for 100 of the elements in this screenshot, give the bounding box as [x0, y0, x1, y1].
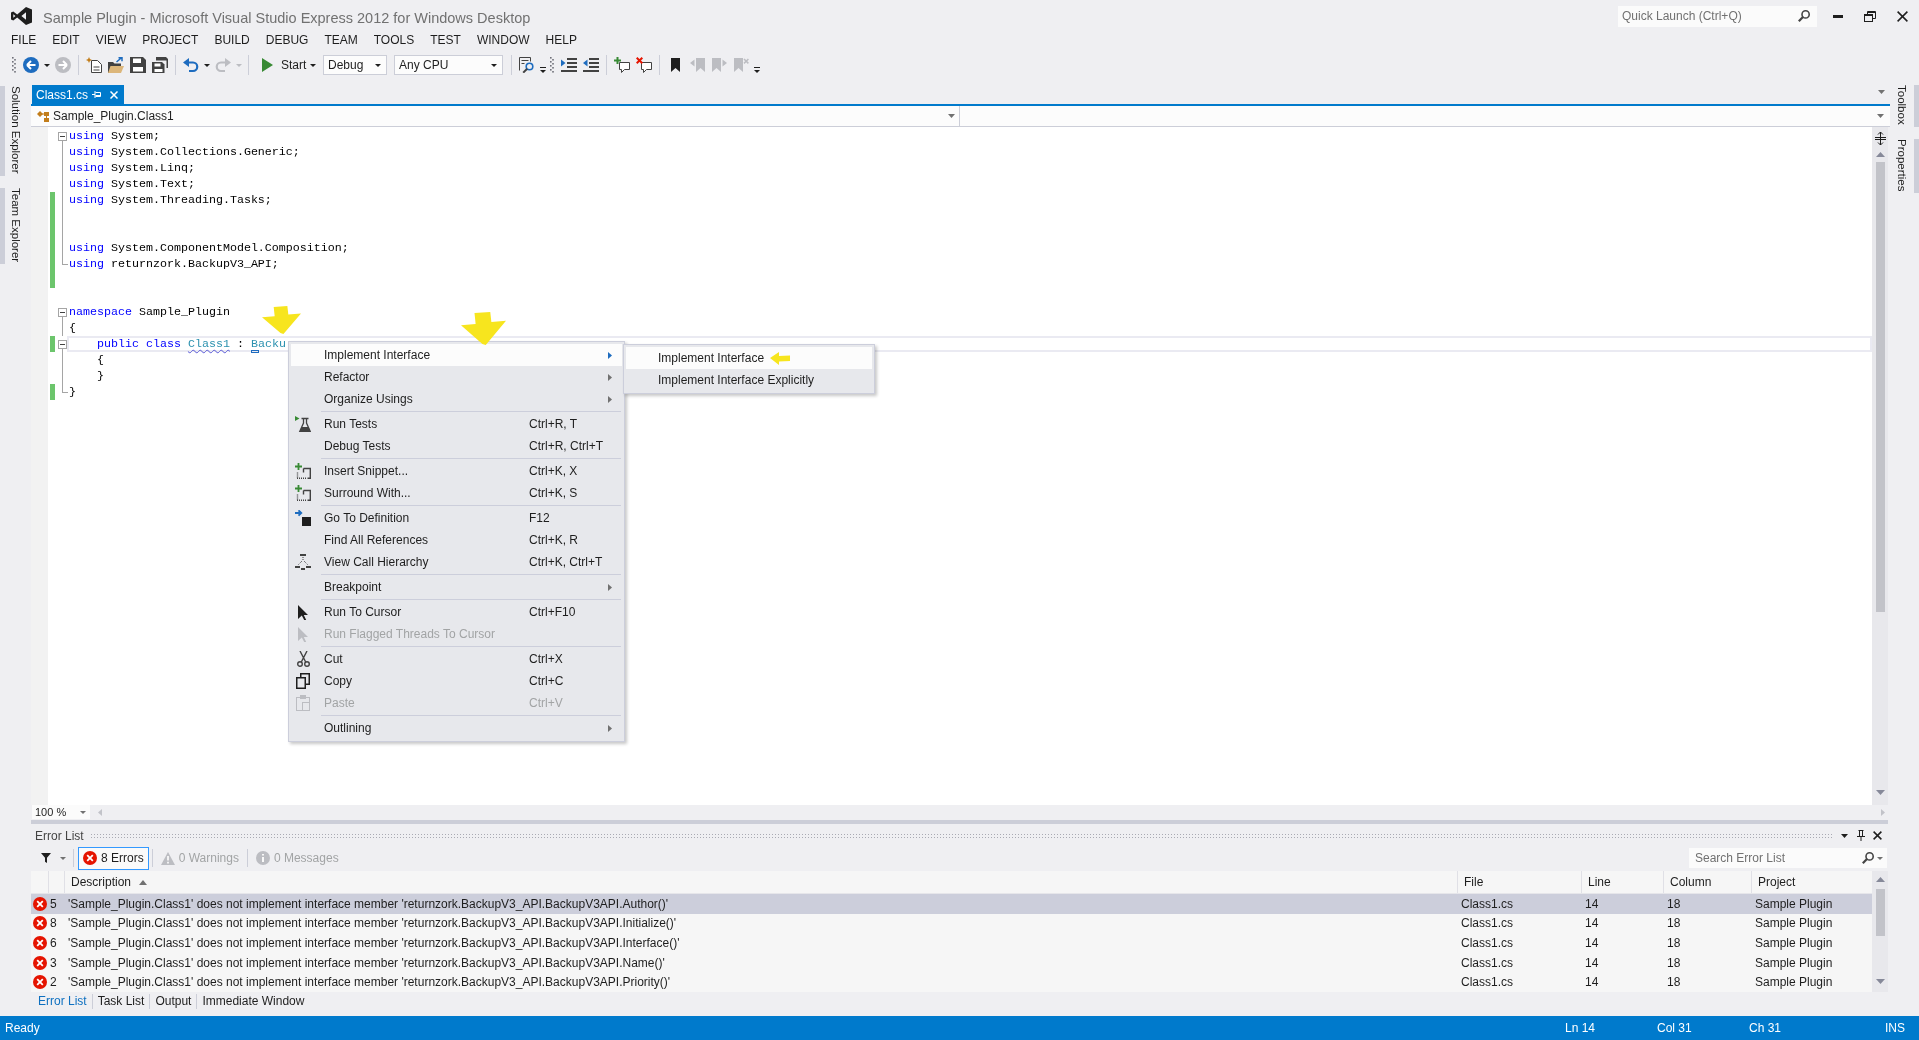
shortcut-text: Ctrl+R, Ctrl+T — [529, 439, 603, 453]
new-project-icon[interactable] — [86, 57, 102, 73]
menu-item[interactable]: FILE — [3, 32, 45, 49]
caret-icon[interactable] — [44, 63, 50, 67]
search-field[interactable]: Search Error List — [1689, 848, 1887, 868]
menu-item[interactable]: View Call Hierarchy Ctrl+K, Ctrl+T — [291, 551, 622, 573]
caret-icon[interactable] — [1841, 833, 1848, 838]
cursor-icon — [298, 626, 308, 642]
restore-icon[interactable] — [1864, 10, 1876, 22]
table-row[interactable]: 2 'Sample_Plugin.Class1' does not implement interface member 'returnzork.BackupV3_API.BackupV3API.Priority()' Class1.cs 14 18 Sample Plugin — [31, 972, 1872, 992]
grip-icon[interactable] — [550, 57, 554, 73]
search-icon[interactable] — [1798, 10, 1810, 22]
table-row[interactable]: 5 'Sample_Plugin.Class1' does not implement interface member 'returnzork.BackupV3_API.BackupV3API.Author()' Class1.cs 14 18 Sample Plugin — [31, 894, 1872, 914]
scroll-down-icon[interactable] — [1875, 790, 1885, 795]
menu-item[interactable]: Run Tests Ctrl+R, T — [291, 413, 622, 435]
folder-icon[interactable] — [108, 57, 124, 73]
scroll-thumb[interactable] — [1875, 162, 1885, 612]
menu-item[interactable]: TOOLS — [365, 32, 423, 49]
menu-item[interactable]: Run To Cursor Ctrl+F10 — [291, 601, 622, 623]
caret-icon[interactable] — [204, 63, 210, 67]
column-header[interactable]: Column — [1663, 871, 1751, 893]
menu-item[interactable]: VIEW — [87, 32, 135, 49]
dropdown[interactable]: Any CPU — [394, 55, 503, 75]
column-header[interactable]: File — [1457, 871, 1581, 893]
save-icon[interactable] — [130, 57, 146, 73]
scroll-up-icon[interactable] — [1875, 152, 1885, 157]
start-button[interactable]: Start — [253, 54, 319, 76]
menu-item[interactable]: Find All References Ctrl+K, R — [291, 529, 622, 551]
find-icon[interactable] — [519, 57, 535, 73]
vertical-scrollbar[interactable] — [1872, 127, 1888, 805]
menu-item[interactable]: DEBUG — [257, 32, 317, 49]
menu-item[interactable]: Go To Definition F12 — [291, 507, 622, 529]
smart-tag-icon[interactable] — [251, 350, 259, 353]
uncomment-icon[interactable] — [636, 57, 652, 73]
back-icon[interactable] — [23, 57, 39, 73]
collapse-icon[interactable] — [58, 131, 67, 141]
indent-icon[interactable] — [561, 58, 577, 72]
save-all-icon[interactable] — [152, 57, 168, 73]
code-line: using System.Text; — [69, 176, 195, 192]
panel-tab[interactable]: Output — [149, 994, 197, 1009]
search-icon[interactable] — [1862, 852, 1874, 864]
panel-tab[interactable]: Immediate Window — [196, 994, 310, 1009]
dock-tab[interactable]: Properties — [1895, 138, 1919, 194]
menu-item[interactable]: Debug Tests Ctrl+R, Ctrl+T — [291, 435, 622, 457]
menu-item[interactable]: EDIT — [44, 32, 88, 49]
minimize-icon[interactable] — [1833, 14, 1843, 18]
table-row[interactable]: 8 'Sample_Plugin.Class1' does not implement interface member 'returnzork.BackupV3_API.BackupV3API.Initialize()' Class1.cs 14 18 Sample Plugin — [31, 913, 1872, 934]
table-row[interactable]: 3 'Sample_Plugin.Class1' does not implement interface member 'returnzork.BackupV3_API.BackupV3API.Name()' Class1.cs 14 18 Sample Plugin — [31, 952, 1872, 973]
menu-item[interactable]: Insert Snippet... Ctrl+K, X — [291, 460, 622, 482]
quick-launch-field[interactable]: Quick Launch (Ctrl+Q) — [1618, 5, 1817, 27]
outdent-icon[interactable] — [583, 58, 599, 72]
menu-item[interactable]: PROJECT — [134, 32, 207, 49]
menu-item[interactable]: Outlining — [291, 717, 622, 739]
bookmark-icon[interactable] — [670, 58, 680, 72]
column-header[interactable]: Line — [1581, 871, 1663, 893]
filter-button[interactable]: 8 Errors — [78, 846, 149, 870]
arrow-down-icon — [461, 312, 506, 345]
scroll-down-icon[interactable] — [1875, 979, 1885, 984]
menu-item[interactable]: TEST — [422, 32, 469, 49]
scroll-up-icon[interactable] — [1875, 877, 1885, 882]
zoom-dropdown[interactable]: 100 % — [32, 805, 90, 819]
dock-tab[interactable]: Solution Explorer — [0, 86, 23, 176]
split-icon[interactable] — [1874, 132, 1886, 145]
undo-icon[interactable] — [183, 57, 199, 73]
menu-item[interactable]: Implement Interface — [291, 344, 622, 366]
vertical-scrollbar[interactable] — [1872, 871, 1888, 992]
overflow-icon[interactable] — [754, 67, 760, 73]
table-cell-text: 'Sample_Plugin.Class1' does not implement interface member 'returnzork.BackupV3_API.BackupV3API.Priority()' — [67, 975, 672, 990]
column-header[interactable]: Description — [64, 871, 1457, 893]
menu-item[interactable]: Breakpoint — [291, 576, 622, 598]
filter-icon[interactable] — [41, 853, 51, 863]
dock-tab[interactable]: Toolbox — [1895, 85, 1919, 127]
panel-tab[interactable]: Error List — [33, 994, 92, 1009]
menu-item[interactable]: Implement Interface — [626, 347, 872, 369]
overflow-icon[interactable] — [540, 67, 546, 73]
table-cell-text: Class1.cs — [1460, 936, 1514, 950]
menu-item[interactable]: Copy Ctrl+C — [291, 670, 622, 692]
menu-item[interactable]: HELP — [537, 32, 585, 49]
menu-item[interactable]: Implement Interface Explicitly — [626, 369, 872, 391]
menu-item[interactable]: Cut Ctrl+X — [291, 648, 622, 670]
dropdown[interactable]: Debug — [323, 55, 387, 75]
close-icon[interactable] — [1873, 831, 1882, 840]
grip-icon[interactable] — [12, 57, 16, 73]
code-line: { — [69, 320, 76, 336]
app-logo-icon — [11, 7, 32, 25]
comment-icon[interactable] — [614, 57, 630, 73]
collapse-icon[interactable] — [58, 307, 67, 317]
menu-item[interactable]: Surround With... Ctrl+K, S — [291, 482, 622, 504]
panel-tab[interactable]: Task List — [91, 994, 150, 1009]
dock-tab[interactable]: Team Explorer — [0, 187, 23, 264]
menu-item[interactable]: TEAM — [316, 32, 366, 49]
table-row[interactable]: 6 'Sample_Plugin.Class1' does not implement interface member 'returnzork.BackupV3_API.BackupV3API.Interface()' Class1.cs 14 18 Sample Plugin — [31, 933, 1872, 953]
menu-item[interactable]: WINDOW — [468, 32, 538, 49]
scroll-thumb[interactable] — [1875, 889, 1885, 936]
pin-icon[interactable] — [1857, 830, 1865, 841]
menu-item[interactable]: Refactor — [291, 366, 622, 388]
collapse-icon[interactable] — [58, 339, 67, 349]
close-icon[interactable] — [1897, 10, 1908, 22]
menu-item[interactable]: Organize Usings — [291, 388, 622, 410]
menu-item[interactable]: BUILD — [206, 32, 258, 49]
